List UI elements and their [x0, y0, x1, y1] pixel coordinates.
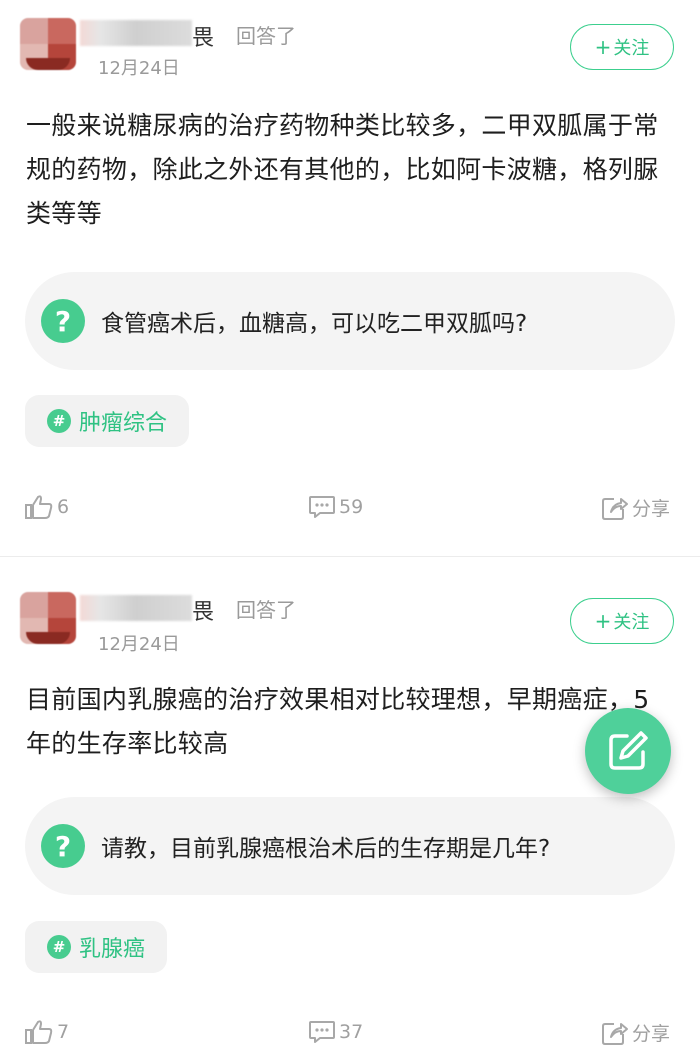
comment-icon — [309, 1021, 335, 1043]
author-name[interactable]: 畏 — [192, 594, 214, 626]
avatar[interactable] — [20, 592, 76, 644]
edit-icon — [609, 731, 648, 770]
comment-button[interactable]: 37 — [308, 1019, 363, 1045]
share-button[interactable]: 分享 — [601, 1019, 670, 1046]
plus-icon: + — [594, 609, 612, 633]
answer-card: 畏 回答了 12月24日 + 关注 目前国内乳腺癌的治疗效果相对比较理想，早期癌… — [0, 0, 700, 1057]
share-icon — [602, 1022, 628, 1045]
answer-text[interactable]: 目前国内乳腺癌的治疗效果相对比较理想，早期癌症，5年的生存率比较高 — [26, 678, 666, 766]
author-name-blurred[interactable] — [80, 595, 192, 621]
like-count: 7 — [57, 1021, 70, 1043]
thumbs-up-icon — [25, 1020, 53, 1044]
write-answer-fab[interactable] — [585, 708, 671, 794]
hashtag-icon: # — [47, 935, 71, 959]
answer-date: 12月24日 — [98, 634, 180, 655]
question-text: 请教，目前乳腺癌根治术后的生存期是几年? — [101, 836, 551, 862]
comment-count: 37 — [339, 1021, 364, 1043]
tag-label: 乳腺癌 — [79, 937, 146, 962]
question-circle-icon: ? — [41, 824, 85, 868]
share-label: 分享 — [632, 1023, 671, 1045]
answered-label: 回答了 — [236, 598, 296, 622]
follow-button[interactable]: + 关注 — [570, 598, 674, 644]
like-button[interactable]: 7 — [24, 1019, 69, 1045]
follow-label: 关注 — [613, 612, 650, 633]
topic-tag[interactable]: # 乳腺癌 — [25, 921, 168, 973]
question-link[interactable]: ? 请教，目前乳腺癌根治术后的生存期是几年? — [25, 797, 675, 895]
